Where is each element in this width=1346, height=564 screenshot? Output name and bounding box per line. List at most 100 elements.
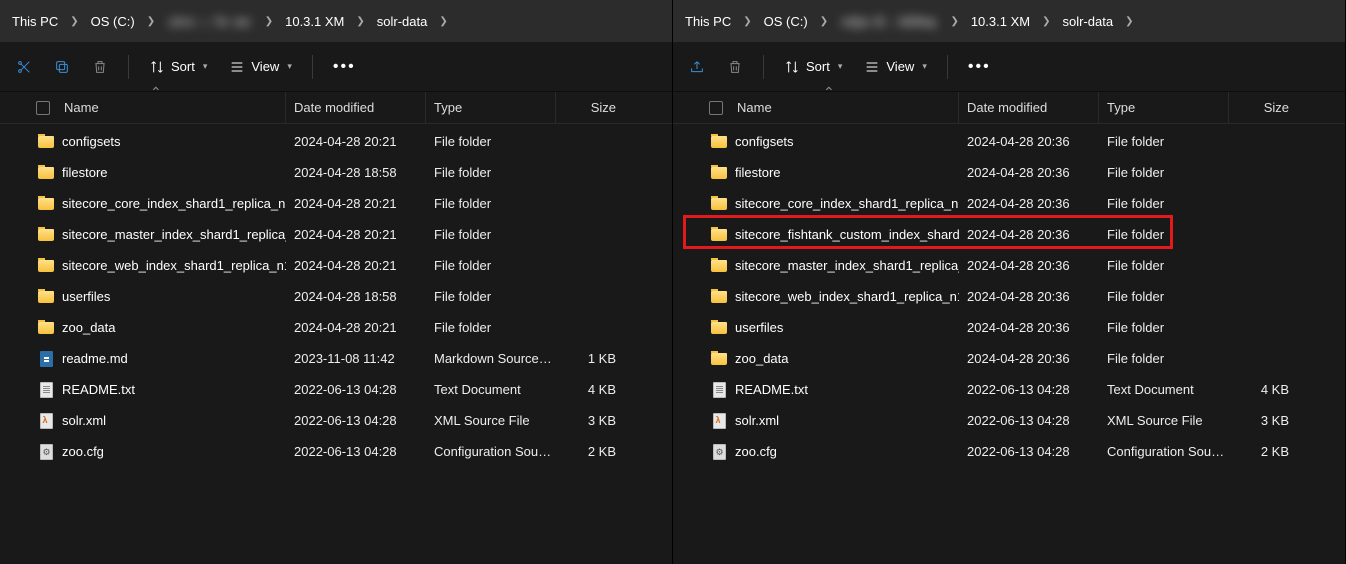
file-row[interactable]: sitecore_web_index_shard1_replica_n12024… [673, 281, 1345, 312]
file-date: 2024-04-28 20:36 [959, 227, 1099, 242]
folder-icon [38, 165, 54, 181]
chevron-right-icon[interactable]: ❯ [261, 16, 277, 27]
col-name[interactable]: Name [729, 92, 959, 123]
col-size[interactable]: Size [1229, 92, 1299, 123]
select-all-checkbox[interactable] [30, 92, 56, 123]
folder-icon [711, 165, 727, 181]
col-size[interactable]: Size [556, 92, 626, 123]
file-date: 2024-04-28 20:21 [286, 134, 426, 149]
file-row[interactable]: zoo.cfg2022-06-13 04:28Configuration Sou… [0, 436, 672, 467]
file-row[interactable]: sitecore_core_index_shard1_replica_n1202… [0, 188, 672, 219]
file-size: 3 KB [1229, 413, 1299, 428]
view-button[interactable]: View ▾ [856, 53, 934, 81]
col-type[interactable]: Type [426, 92, 556, 123]
file-date: 2022-06-13 04:28 [286, 413, 426, 428]
breadcrumb-segment[interactable]: solr-data [1058, 14, 1117, 29]
breadcrumb-segment[interactable]: This PC [8, 14, 62, 29]
sort-button[interactable]: Sort ▾ [141, 53, 215, 81]
share-button[interactable] [681, 53, 713, 81]
breadcrumb-segment[interactable]: This PC [681, 14, 735, 29]
file-row[interactable]: filestore2024-04-28 18:58File folder [0, 157, 672, 188]
chevron-right-icon[interactable]: ❯ [816, 16, 832, 27]
file-row[interactable]: sitecore_fishtank_custom_index_shard1_r…… [673, 219, 1345, 250]
breadcrumb-label: This PC [681, 14, 735, 29]
file-row[interactable]: zoo_data2024-04-28 20:36File folder [673, 343, 1345, 374]
file-list: configsets2024-04-28 20:21File folderfil… [0, 124, 672, 564]
file-row[interactable]: configsets2024-04-28 20:21File folder [0, 126, 672, 157]
chevron-right-icon[interactable]: ❯ [143, 16, 159, 27]
file-type: File folder [1099, 351, 1229, 366]
chevron-right-icon[interactable]: ❯ [66, 16, 82, 27]
breadcrumb-label: 10.3.1 XM [967, 14, 1034, 29]
file-row[interactable]: zoo_data2024-04-28 20:21File folder [0, 312, 672, 343]
breadcrumb-label: eQa G : kDbq [836, 14, 942, 29]
breadcrumb-label: OS (C:) [87, 14, 139, 29]
chevron-right-icon[interactable]: ❯ [1121, 16, 1137, 27]
breadcrumb-label: solr-data [373, 14, 432, 29]
breadcrumb-label: OS (C:) [760, 14, 812, 29]
file-row[interactable]: sitecore_master_index_shard1_replica_n12… [673, 250, 1345, 281]
file-row[interactable]: readme.md2023-11-08 11:42Markdown Source… [0, 343, 672, 374]
breadcrumb-segment[interactable]: OS (C:) [760, 14, 812, 29]
file-date: 2024-04-28 18:58 [286, 289, 426, 304]
file-type: XML Source File [1099, 413, 1229, 428]
file-type: File folder [1099, 165, 1229, 180]
select-all-checkbox[interactable] [703, 92, 729, 123]
file-row[interactable]: userfiles2024-04-28 18:58File folder [0, 281, 672, 312]
file-size: 4 KB [1229, 382, 1299, 397]
folder-icon [38, 258, 54, 274]
file-row[interactable]: sitecore_web_index_shard1_replica_n12024… [0, 250, 672, 281]
file-row[interactable]: zoo.cfg2022-06-13 04:28Configuration Sou… [673, 436, 1345, 467]
chevron-right-icon[interactable]: ❯ [946, 16, 962, 27]
chevron-right-icon[interactable]: ❯ [352, 16, 368, 27]
file-row[interactable]: configsets2024-04-28 20:36File folder [673, 126, 1345, 157]
sort-label: Sort [806, 59, 830, 74]
toolbar: Sort ▾ View ▾ ••• [673, 42, 1345, 92]
file-name: zoo_data [62, 320, 116, 335]
file-row[interactable]: sitecore_master_index_shard1_replica_n12… [0, 219, 672, 250]
more-button[interactable]: ••• [960, 54, 999, 80]
file-date: 2024-04-28 20:36 [959, 289, 1099, 304]
view-button[interactable]: View ▾ [221, 53, 299, 81]
chevron-right-icon[interactable]: ❯ [739, 16, 755, 27]
file-date: 2024-04-28 18:58 [286, 165, 426, 180]
file-date: 2024-04-28 20:21 [286, 196, 426, 211]
file-row[interactable]: solr.xml2022-06-13 04:28XML Source File3… [673, 405, 1345, 436]
file-row[interactable]: README.txt2022-06-13 04:28Text Document4… [673, 374, 1345, 405]
copy-button[interactable] [46, 53, 78, 81]
breadcrumb-segment[interactable]: 10.3.1 XM [281, 14, 348, 29]
col-date[interactable]: Date modified [959, 92, 1099, 123]
breadcrumb-segment[interactable]: ztrc -: fc ee [163, 14, 257, 29]
breadcrumb-segment[interactable]: OS (C:) [87, 14, 139, 29]
delete-button[interactable] [84, 53, 116, 81]
file-icon [38, 351, 54, 367]
file-row[interactable]: solr.xml2022-06-13 04:28XML Source File3… [0, 405, 672, 436]
file-row[interactable]: README.txt2022-06-13 04:28Text Document4… [0, 374, 672, 405]
file-date: 2024-04-28 20:36 [959, 351, 1099, 366]
col-type[interactable]: Type [1099, 92, 1229, 123]
col-date[interactable]: Date modified [286, 92, 426, 123]
folder-icon [711, 289, 727, 305]
breadcrumb-bar[interactable]: This PC ❯ OS (C:) ❯ eQa G : kDbq ❯ 10.3.1 XM ❯ s… [673, 0, 1345, 42]
breadcrumb-segment[interactable]: eQa G : kDbq [836, 14, 942, 29]
file-name: sitecore_core_index_shard1_replica_n1 [735, 196, 959, 211]
more-button[interactable]: ••• [325, 54, 364, 80]
file-row[interactable]: sitecore_core_index_shard1_replica_n1202… [673, 188, 1345, 219]
cut-button[interactable] [8, 53, 40, 81]
col-name[interactable]: Name [56, 92, 286, 123]
breadcrumb-segment[interactable]: 10.3.1 XM [967, 14, 1034, 29]
chevron-right-icon[interactable]: ❯ [1038, 16, 1054, 27]
breadcrumb-segment[interactable]: solr-data [373, 14, 432, 29]
delete-button[interactable] [719, 53, 751, 81]
file-row[interactable]: filestore2024-04-28 20:36File folder [673, 157, 1345, 188]
breadcrumb-bar[interactable]: This PC ❯ OS (C:) ❯ ztrc -: fc ee ❯ 10.3.1 XM ❯… [0, 0, 672, 42]
sort-button[interactable]: Sort ▾ [776, 53, 850, 81]
folder-icon [711, 351, 727, 367]
file-date: 2022-06-13 04:28 [959, 413, 1099, 428]
folder-icon [38, 196, 54, 212]
chevron-right-icon[interactable]: ❯ [435, 16, 451, 27]
explorer-pane-left: This PC ❯ OS (C:) ❯ ztrc -: fc ee ❯ 10.3.1 XM ❯… [0, 0, 673, 564]
file-name: sitecore_master_index_shard1_replica_n1 [62, 227, 286, 242]
file-row[interactable]: userfiles2024-04-28 20:36File folder [673, 312, 1345, 343]
breadcrumb-label: ztrc -: fc ee [163, 14, 257, 29]
